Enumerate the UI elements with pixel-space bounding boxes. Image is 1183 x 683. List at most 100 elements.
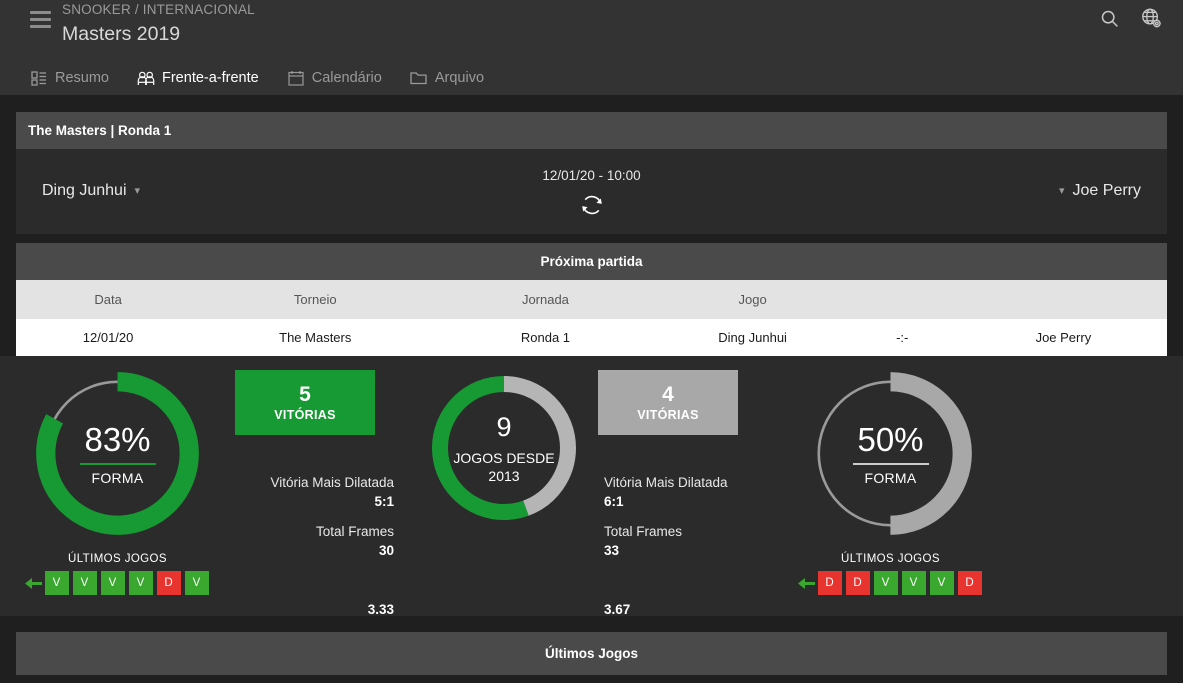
away-wins-number: 4 (662, 382, 674, 406)
away-form-rule (852, 462, 929, 465)
home-form-rule (79, 462, 156, 465)
away-extra-value: 3.67 (604, 602, 631, 617)
home-recent-row: V V V V D V (24, 571, 211, 595)
home-recent-title: ÚLTIMOS JOGOS (68, 553, 167, 565)
cell-jornada: Ronda 1 (520, 330, 571, 345)
form-chip: D (817, 571, 842, 595)
last-games-panel: Últimos Jogos (16, 632, 1167, 675)
column-jornada: Jornada (521, 292, 569, 307)
next-match-title: Próxima partida (16, 243, 1167, 280)
home-form-sublabel: FORMA (91, 469, 144, 486)
away-wins-box: 4 VITÓRIAS (598, 370, 738, 435)
refresh-icon[interactable] (578, 191, 606, 224)
match-header: Ding Junhui ▾ 12/01/20 - 10:00 ▾ Joe Per… (16, 149, 1167, 234)
tab-label: Frente-a-frente (162, 70, 259, 86)
away-total-frames-key: Total Frames (604, 524, 683, 539)
head-to-head-line2: 2013 (488, 468, 520, 484)
breadcrumb: SNOOKER / INTERNACIONAL (62, 2, 255, 17)
next-match-panel: Próxima partida Data Torneio Jornada Jog… (16, 243, 1167, 356)
away-wins-label: VITÓRIAS (637, 407, 699, 422)
away-player-selector[interactable]: ▾ Joe Perry (1059, 181, 1141, 201)
home-form-column: 83% FORMA ÚLTIMOS JOGOS V V V V D V (0, 360, 235, 595)
away-recent-title: ÚLTIMOS JOGOS (841, 553, 940, 565)
form-chip: V (100, 571, 125, 595)
home-wins-box: 5 VITÓRIAS (235, 370, 375, 435)
away-stats-column: 4 VITÓRIAS Vitória Mais Dilatada 6:1 Tot… (598, 360, 773, 619)
match-center: 12/01/20 - 10:00 (16, 167, 1167, 224)
arrow-left-icon (797, 577, 815, 590)
home-extra-value: 3.33 (367, 602, 394, 617)
top-bar: SNOOKER / INTERNACIONAL Masters 2019 Res… (0, 0, 1183, 95)
cell-away-player: Joe Perry (1035, 330, 1092, 345)
column-away-spacer (960, 280, 1167, 319)
form-chip: D (845, 571, 870, 595)
tab-resumo[interactable]: Resumo (30, 69, 109, 87)
table-body: 12/01/20 The Masters Ronda 1 Ding Junhui… (16, 319, 1167, 356)
away-player-name: Joe Perry (1072, 182, 1141, 199)
title-block: SNOOKER / INTERNACIONAL Masters 2019 (62, 1, 255, 47)
column-jogo: Jogo (738, 292, 767, 307)
home-total-frames-key: Total Frames (315, 524, 394, 539)
cell-score: -:- (896, 330, 909, 345)
folder-icon (410, 69, 428, 87)
top-icons (1095, 4, 1165, 32)
hamburger-icon[interactable] (30, 11, 51, 28)
next-match-table: Data Torneio Jornada Jogo 12/01/20 The M… (16, 280, 1167, 356)
home-stats-column: 5 VITÓRIAS Vitória Mais Dilatada 5:1 Tot… (235, 360, 410, 619)
away-total-frames-value: 33 (604, 543, 620, 558)
head-to-head-games: 9 (496, 412, 512, 442)
away-stat-list: Vitória Mais Dilatada 6:1 Total Frames 3… (598, 473, 773, 619)
last-games-title: Últimos Jogos (16, 632, 1167, 675)
home-biggest-win-value: 5:1 (374, 494, 394, 509)
home-wins-number: 5 (299, 382, 311, 406)
table-header-row: Data Torneio Jornada Jogo (16, 280, 1167, 319)
home-biggest-win-key: Vitória Mais Dilatada (270, 475, 394, 490)
column-data: Data (94, 292, 122, 307)
head-to-head-line1: JOGOS DESDE (453, 450, 555, 466)
form-chip: D (156, 571, 181, 595)
form-chip: V (44, 571, 69, 595)
tab-label: Arquivo (434, 70, 485, 86)
form-chip: V (72, 571, 97, 595)
two-people-icon (137, 69, 155, 87)
search-icon[interactable] (1095, 4, 1123, 32)
form-chip: D (957, 571, 982, 595)
hamburger-line (30, 25, 51, 28)
head-to-head-column: 9 JOGOS DESDE 2013 (410, 360, 598, 528)
calendar-icon (287, 69, 305, 87)
column-score-spacer (845, 280, 960, 319)
home-wins-label: VITÓRIAS (274, 407, 336, 422)
away-recent-row: D D V V V D (797, 571, 984, 595)
stats-area: 83% FORMA ÚLTIMOS JOGOS V V V V D V 5 VI… (0, 356, 1183, 619)
head-to-head-label: 9 JOGOS DESDE 2013 (424, 411, 584, 485)
away-form-sublabel: FORMA (864, 469, 917, 486)
match-panel: The Masters | Ronda 1 Ding Junhui ▾ 12/0… (16, 112, 1167, 234)
match-panel-title: The Masters | Ronda 1 (16, 112, 1167, 149)
cell-data: 12/01/20 (82, 330, 134, 345)
home-total-frames-value: 30 (378, 543, 394, 558)
form-chip: V (184, 571, 209, 595)
away-biggest-win-key: Vitória Mais Dilatada (604, 475, 728, 490)
hamburger-line (30, 11, 51, 14)
hamburger-line (30, 18, 51, 21)
home-form-percent: 83% (84, 420, 151, 458)
tab-arquivo[interactable]: Arquivo (410, 69, 484, 87)
tab-label: Calendário (311, 70, 382, 86)
form-chip: V (929, 571, 954, 595)
globe-settings-icon[interactable] (1137, 4, 1165, 32)
form-chip: V (901, 571, 926, 595)
head-to-head-donut: 9 JOGOS DESDE 2013 (424, 368, 584, 528)
form-chip: V (873, 571, 898, 595)
away-form-donut: 50% FORMA (803, 366, 978, 541)
home-form-label: 83% FORMA (30, 421, 205, 487)
chevron-down-icon[interactable]: ▾ (1059, 185, 1065, 197)
cell-home-player: Ding Junhui (718, 330, 787, 345)
tab-calendario[interactable]: Calendário (287, 69, 382, 87)
tab-frente-a-frente[interactable]: Frente-a-frente (137, 69, 259, 87)
home-form-donut: 83% FORMA (30, 366, 205, 541)
home-stat-list: Vitória Mais Dilatada 5:1 Total Frames 3… (235, 473, 410, 619)
page-title: Masters 2019 (62, 23, 181, 45)
match-datetime: 12/01/20 - 10:00 (542, 168, 641, 183)
page-root: SNOOKER / INTERNACIONAL Masters 2019 Res… (0, 0, 1183, 683)
table-row[interactable]: 12/01/20 The Masters Ronda 1 Ding Junhui… (16, 319, 1167, 356)
